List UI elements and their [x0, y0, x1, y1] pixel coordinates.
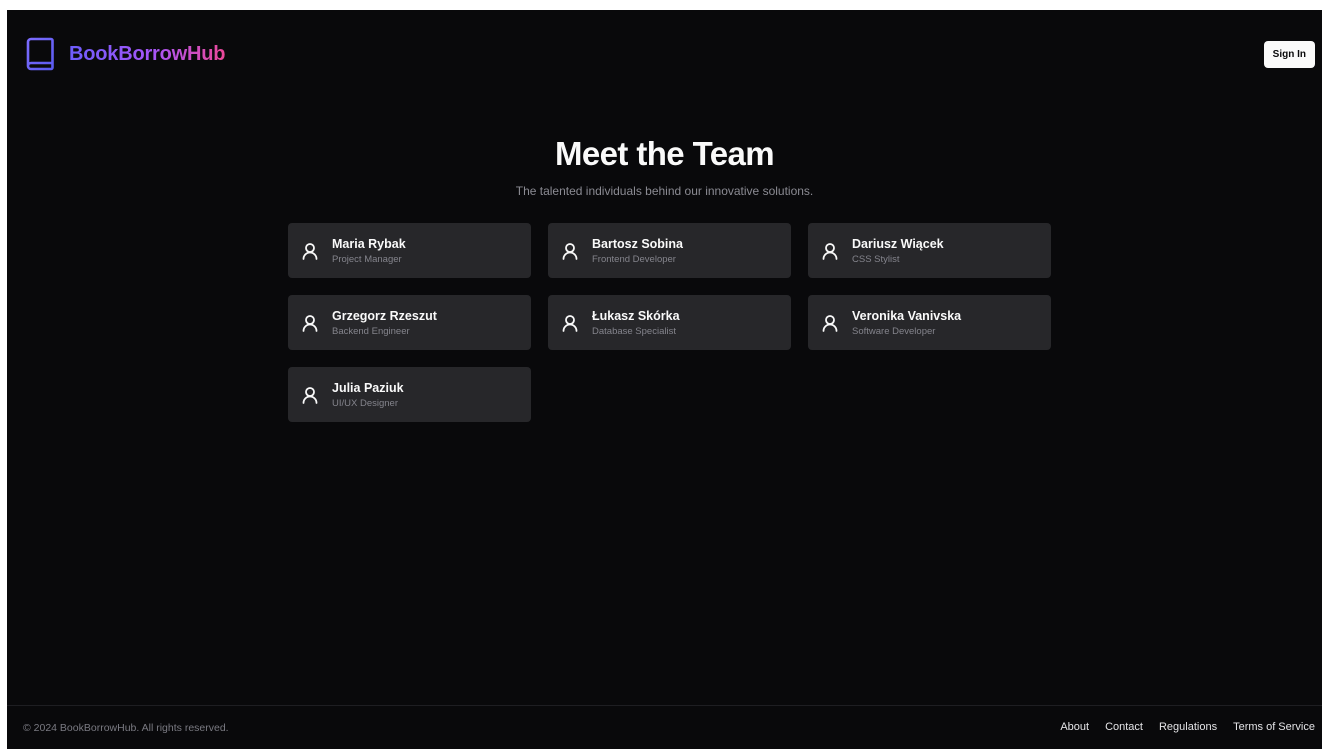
user-icon — [302, 314, 318, 332]
member-name: Veronika Vanivska — [852, 308, 962, 323]
team-grid: Maria Rybak Project Manager Bartosz Sobi… — [288, 223, 1051, 422]
footer-link-about[interactable]: About — [1060, 721, 1089, 733]
page-title: Meet the Team — [555, 135, 775, 172]
brand-name: BookBorrowHub — [69, 42, 226, 65]
team-member-card: Bartosz Sobina Frontend Developer — [548, 223, 791, 278]
team-member-card: Maria Rybak Project Manager — [288, 223, 531, 278]
member-role: UI/UX Designer — [332, 397, 398, 409]
footer-link-contact[interactable]: Contact — [1105, 721, 1143, 733]
user-icon — [562, 242, 578, 260]
member-info: Łukasz Skórka Database Specialist — [592, 308, 680, 338]
member-name: Maria Rybak — [332, 236, 406, 251]
copyright-text: © 2024 BookBorrowHub. All rights reserve… — [23, 722, 229, 734]
member-role: Database Specialist — [592, 325, 676, 337]
member-info: Grzegorz Rzeszut Backend Engineer — [332, 308, 437, 338]
member-info: Dariusz Wiącek CSS Stylist — [852, 236, 944, 266]
header: BookBorrowHub Sign In — [7, 10, 1322, 98]
footer-nav: About Contact Regulations Terms of Servi… — [1060, 721, 1315, 733]
footer-link-regulations[interactable]: Regulations — [1159, 721, 1217, 733]
user-icon — [822, 314, 838, 332]
member-name: Bartosz Sobina — [592, 236, 683, 251]
member-role: CSS Stylist — [852, 253, 900, 265]
footer-link-terms[interactable]: Terms of Service — [1233, 721, 1315, 733]
footer: © 2024 BookBorrowHub. All rights reserve… — [7, 705, 1322, 749]
member-info: Maria Rybak Project Manager — [332, 236, 406, 266]
user-icon — [302, 386, 318, 404]
team-member-card: Łukasz Skórka Database Specialist — [548, 295, 791, 350]
app-frame: BookBorrowHub Sign In Meet the Team The … — [7, 10, 1322, 749]
member-role: Frontend Developer — [592, 253, 676, 265]
user-icon — [562, 314, 578, 332]
team-member-card: Veronika Vanivska Software Developer — [808, 295, 1051, 350]
brand-logo[interactable]: BookBorrowHub — [25, 37, 225, 71]
team-member-card: Dariusz Wiącek CSS Stylist — [808, 223, 1051, 278]
member-role: Backend Engineer — [332, 325, 410, 337]
member-name: Dariusz Wiącek — [852, 236, 944, 251]
book-icon — [26, 37, 54, 71]
member-role: Software Developer — [852, 325, 936, 337]
member-name: Łukasz Skórka — [592, 308, 680, 323]
user-icon — [302, 242, 318, 260]
page-subtitle: The talented individuals behind our inno… — [515, 184, 814, 198]
member-info: Veronika Vanivska Software Developer — [852, 308, 961, 338]
sign-in-button[interactable]: Sign In — [1263, 41, 1315, 68]
user-icon — [822, 242, 838, 260]
member-info: Bartosz Sobina Frontend Developer — [592, 236, 683, 266]
member-name: Grzegorz Rzeszut — [332, 308, 437, 323]
member-info: Julia Paziuk UI/UX Designer — [332, 380, 404, 410]
team-member-card: Julia Paziuk UI/UX Designer — [288, 367, 531, 422]
member-role: Project Manager — [332, 253, 402, 265]
team-member-card: Grzegorz Rzeszut Backend Engineer — [288, 295, 531, 350]
member-name: Julia Paziuk — [332, 380, 404, 395]
